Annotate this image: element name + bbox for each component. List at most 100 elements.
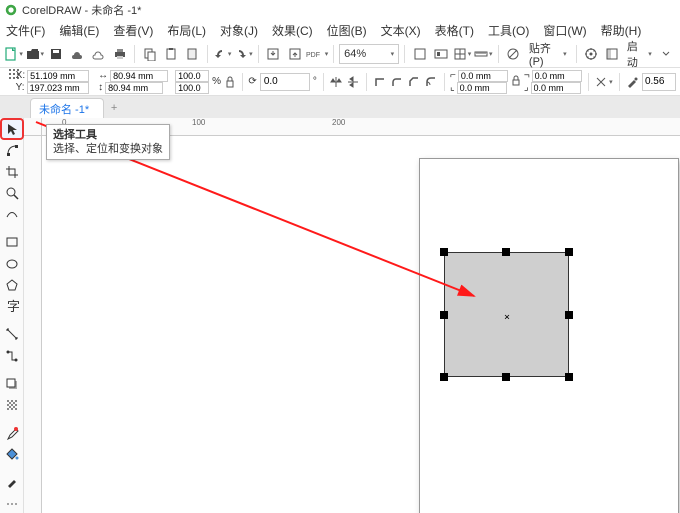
- selection-handle[interactable]: [440, 373, 448, 381]
- export-button[interactable]: [285, 43, 304, 65]
- menu-table[interactable]: 表格(T): [435, 22, 474, 39]
- menu-tools[interactable]: 工具(O): [488, 22, 529, 39]
- menu-edit[interactable]: 编辑(E): [59, 22, 99, 39]
- dropshadow-tool[interactable]: [2, 375, 22, 393]
- corner-sharp-icon[interactable]: [373, 71, 387, 93]
- fill-tool[interactable]: [2, 445, 22, 463]
- document-tabbar: 未命名 -1* +: [0, 96, 680, 118]
- ellipse-tool[interactable]: [2, 255, 22, 273]
- corner-br-input[interactable]: [531, 82, 581, 94]
- options-icon[interactable]: [581, 43, 600, 65]
- corner-tl-input[interactable]: [458, 70, 508, 82]
- menu-window[interactable]: 窗口(W): [543, 22, 586, 39]
- copy-button[interactable]: [140, 43, 159, 65]
- zoom-level[interactable]: 64%▾: [339, 44, 399, 64]
- menu-object[interactable]: 对象(J): [220, 22, 258, 39]
- selection-handle[interactable]: [502, 248, 510, 256]
- nosnap-icon[interactable]: [504, 43, 523, 65]
- tab-label: 未命名 -1*: [39, 101, 89, 117]
- outline-pen-icon[interactable]: [625, 71, 639, 93]
- print-button[interactable]: [110, 43, 129, 65]
- relative-scale-icon[interactable]: ▾: [594, 71, 613, 93]
- menu-effect[interactable]: 效果(C): [272, 22, 313, 39]
- corner-tr-input[interactable]: [532, 70, 582, 82]
- outline-width-input[interactable]: [642, 73, 676, 91]
- selection-handle[interactable]: [502, 373, 510, 381]
- selection-handle[interactable]: [440, 248, 448, 256]
- ruler-origin[interactable]: [24, 118, 42, 136]
- mirror-v-icon[interactable]: [346, 71, 360, 93]
- toolbox-expand[interactable]: [2, 495, 22, 513]
- menu-text[interactable]: 文本(X): [381, 22, 421, 39]
- corner-chamfer-icon[interactable]: [407, 71, 421, 93]
- text-tool[interactable]: 字: [2, 297, 22, 315]
- angle-icon: ⟳: [248, 76, 256, 87]
- document-tab[interactable]: 未命名 -1*: [30, 98, 104, 118]
- x-input[interactable]: [27, 70, 89, 82]
- selection-handle[interactable]: [565, 311, 573, 319]
- separator: [498, 45, 499, 63]
- cloud-down-icon[interactable]: [68, 43, 87, 65]
- ruler-vertical[interactable]: [24, 136, 42, 513]
- corner-tr-icon: ¬: [524, 70, 530, 82]
- zoom-tool[interactable]: [2, 184, 22, 202]
- rectangle-tool[interactable]: [2, 233, 22, 251]
- scale-x-input[interactable]: [175, 70, 209, 82]
- pick-tool[interactable]: [2, 120, 22, 138]
- chevron-down-icon[interactable]: [657, 43, 676, 65]
- rotation-input[interactable]: [260, 73, 310, 91]
- save-button[interactable]: [46, 43, 65, 65]
- corner-scallop-icon[interactable]: [424, 71, 438, 93]
- mirror-h-icon[interactable]: [329, 71, 343, 93]
- width-input[interactable]: [110, 70, 168, 82]
- corner-br-icon: ⌟: [524, 82, 529, 94]
- fullscreen-icon[interactable]: [410, 43, 429, 65]
- add-tab-button[interactable]: +: [104, 98, 124, 118]
- ruler-tick: 100: [192, 118, 205, 127]
- canvas[interactable]: 0 100 200 选择工具 选择、定位和变换对象 ×: [24, 118, 680, 513]
- redo-button[interactable]: ▾: [234, 43, 253, 65]
- clipboard-button[interactable]: [183, 43, 202, 65]
- menu-bitmap[interactable]: 位图(B): [327, 22, 367, 39]
- snap-grid-icon[interactable]: [4, 62, 24, 86]
- import-button[interactable]: [264, 43, 283, 65]
- undo-button[interactable]: ▾: [213, 43, 232, 65]
- corner-round-icon[interactable]: [390, 71, 404, 93]
- publish-pdf-button[interactable]: PDF▾: [306, 43, 328, 65]
- corner-bl-input[interactable]: [457, 82, 507, 94]
- dimension-tool[interactable]: [2, 325, 22, 343]
- height-input[interactable]: [105, 82, 163, 94]
- corner-radius-2: ¬ ⌟: [524, 70, 582, 94]
- eyedropper-tool[interactable]: [2, 424, 22, 442]
- ruler-icon[interactable]: ▾: [474, 43, 493, 65]
- snap-dropdown[interactable]: 贴齐(P)▾: [525, 43, 571, 65]
- selection-handle[interactable]: [440, 311, 448, 319]
- selection-handle[interactable]: [565, 248, 573, 256]
- open-button[interactable]: ▾: [25, 43, 44, 65]
- lock-ratio-icon[interactable]: [224, 71, 236, 93]
- menu-file[interactable]: 文件(F): [6, 22, 45, 39]
- freehand-tool[interactable]: [2, 205, 22, 223]
- layout-icon[interactable]: [603, 43, 622, 65]
- degree-label: °: [313, 76, 317, 87]
- crop-tool[interactable]: [2, 163, 22, 181]
- transparency-tool[interactable]: [2, 396, 22, 414]
- separator: [576, 45, 577, 63]
- connector-tool[interactable]: [2, 347, 22, 365]
- link-corners-icon[interactable]: [511, 71, 521, 93]
- shape-tool[interactable]: [2, 141, 22, 159]
- grid-icon[interactable]: ▾: [452, 43, 471, 65]
- menu-view[interactable]: 查看(V): [113, 22, 153, 39]
- selection-handle[interactable]: [565, 373, 573, 381]
- scale-y-input[interactable]: [175, 82, 209, 94]
- preview-icon[interactable]: [431, 43, 450, 65]
- outline-tool[interactable]: [2, 473, 22, 491]
- cloud-up-icon[interactable]: [89, 43, 108, 65]
- tool-tooltip: 选择工具 选择、定位和变换对象: [46, 124, 170, 160]
- menu-layout[interactable]: 布局(L): [167, 22, 206, 39]
- menu-help[interactable]: 帮助(H): [601, 22, 642, 39]
- paste-button[interactable]: [161, 43, 180, 65]
- polygon-tool[interactable]: [2, 276, 22, 294]
- y-input[interactable]: [27, 82, 89, 94]
- launch-dropdown[interactable]: 启动▾: [624, 43, 655, 65]
